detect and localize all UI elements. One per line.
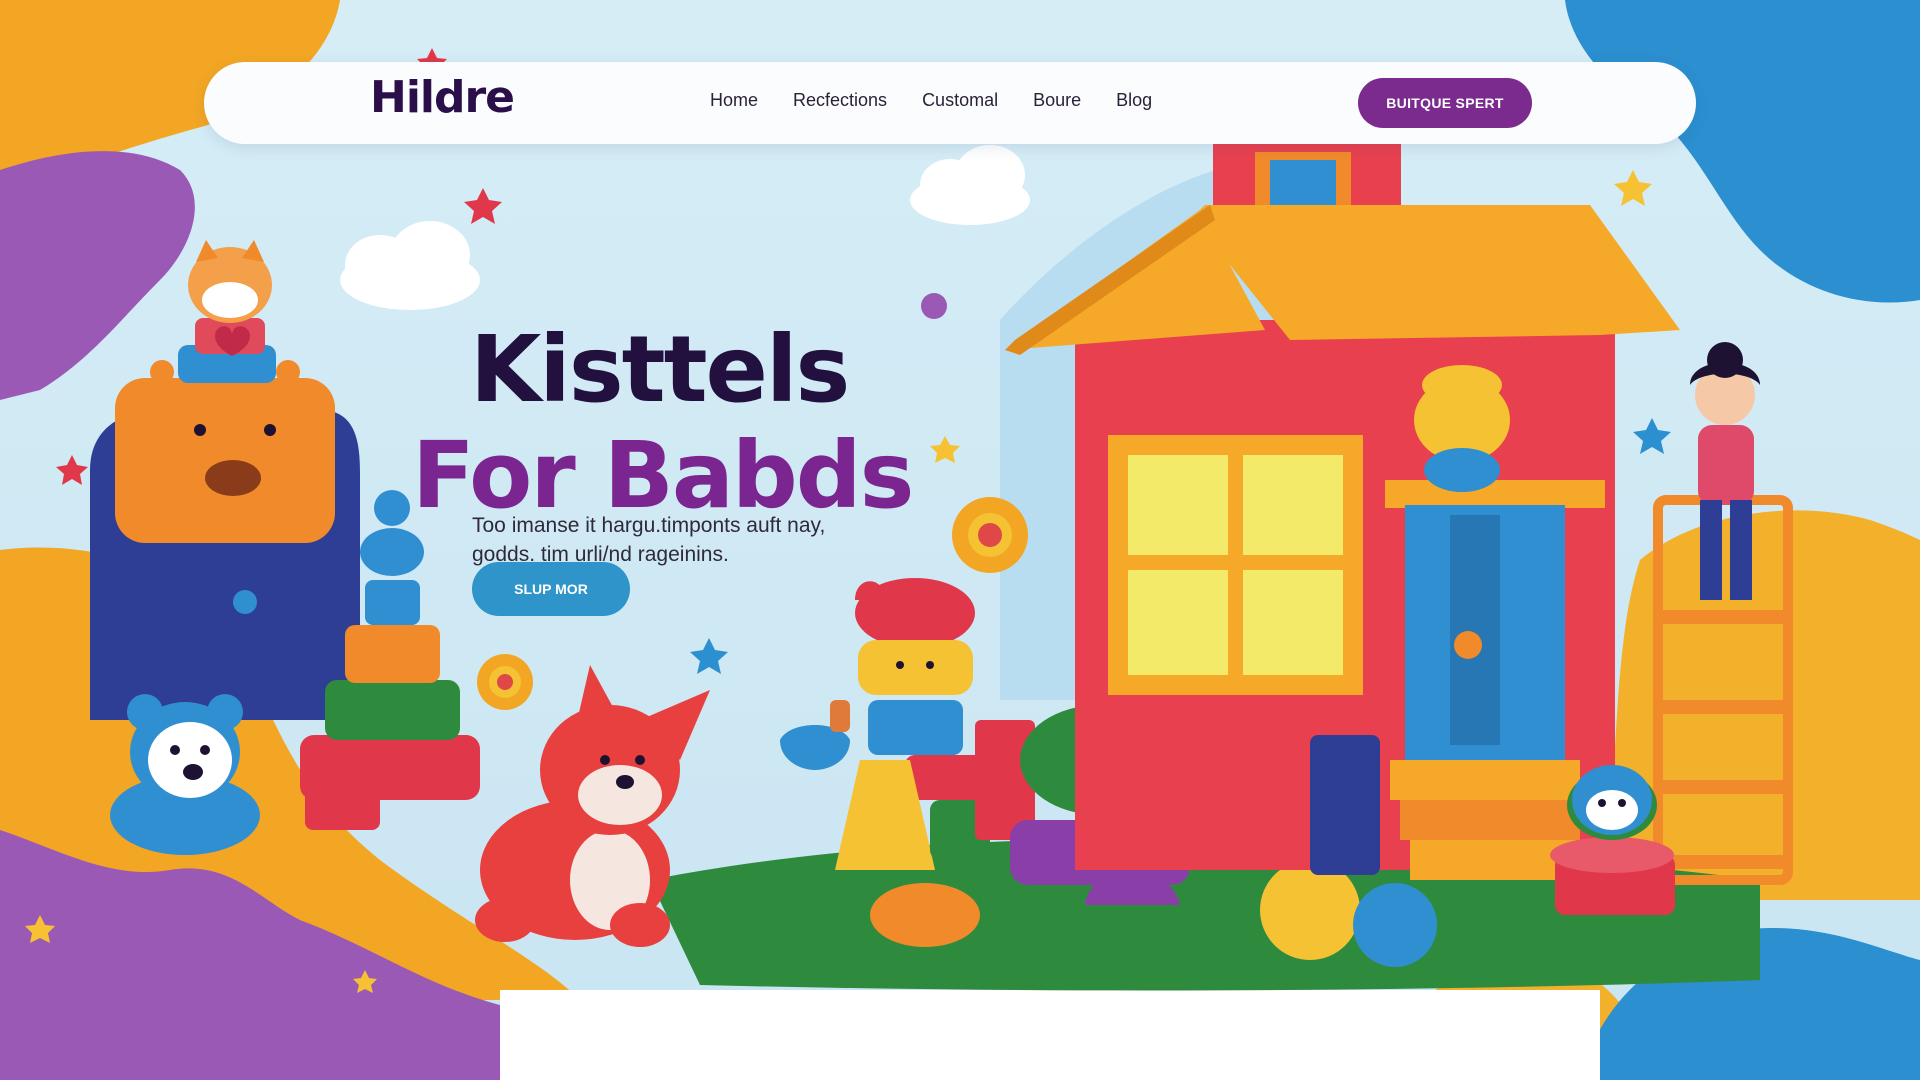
brand-logo[interactable]: Hildre — [370, 72, 515, 123]
nav-link-home[interactable]: Home — [710, 90, 758, 111]
navbar: Hildre Home Recfections Customal Boure B… — [204, 62, 1696, 144]
toy-stack-left — [90, 240, 360, 720]
hero-description: Too imanse it hargu.timponts auft nay, g… — [472, 514, 826, 566]
white-floor — [500, 990, 1600, 1080]
hero-title-line2: For Babds — [412, 421, 914, 529]
nav-link-customal[interactable]: Customal — [922, 90, 998, 111]
hero-illustration — [0, 0, 1920, 1080]
nav-cta-button[interactable]: BUITQUE SPERT — [1358, 78, 1532, 128]
blue-ball — [1353, 883, 1437, 967]
purple-dot — [921, 293, 947, 319]
nav-link-boure[interactable]: Boure — [1033, 90, 1081, 111]
nav-links: Home Recfections Customal Boure Blog — [710, 90, 1187, 111]
hero-shop-button[interactable]: SLUP MOR — [472, 562, 630, 616]
nav-link-blog[interactable]: Blog — [1116, 90, 1152, 111]
nav-link-recfections[interactable]: Recfections — [793, 90, 887, 111]
hero-title-line1: Kisttels — [470, 315, 850, 423]
hero-stage: Hildre Home Recfections Customal Boure B… — [0, 0, 1920, 1080]
cloud-icon — [340, 145, 1030, 310]
